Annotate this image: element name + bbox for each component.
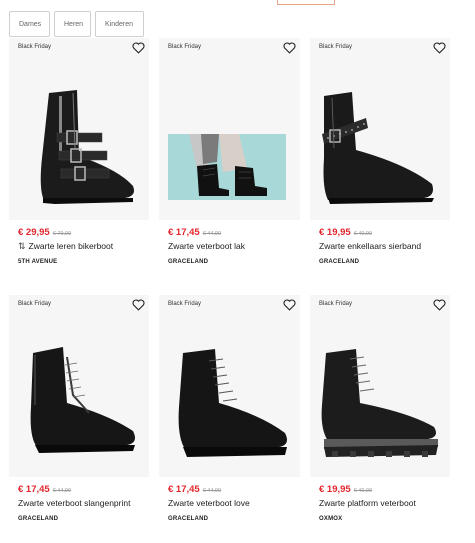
promo-badge: Black Friday	[18, 44, 52, 50]
swap-icon: ⇅	[18, 241, 26, 251]
heart-outline-icon[interactable]	[132, 42, 145, 54]
product-card[interactable]: Black Friday € 17,45 € 44,99 Zwarte vete…	[159, 295, 300, 543]
product-title[interactable]: Zwarte veterboot love	[168, 498, 250, 508]
sale-price: € 17,45	[18, 484, 50, 495]
heart-outline-icon[interactable]	[433, 42, 446, 54]
heart-outline-icon[interactable]	[283, 299, 296, 311]
boot-image	[321, 349, 438, 457]
heart-outline-icon[interactable]	[433, 299, 446, 311]
sale-price: € 19,95	[319, 227, 351, 238]
price-row: € 29,95 € 79,99	[18, 227, 71, 238]
product-title[interactable]: ⇅ Zwarte leren bikerboot	[18, 241, 113, 252]
boot-image	[178, 349, 287, 457]
product-title[interactable]: Zwarte enkellaars sierband	[319, 241, 421, 251]
product-brand: 5TH AVENUE	[18, 259, 58, 265]
product-title[interactable]: Zwarte veterboot lak	[168, 241, 245, 251]
product-title[interactable]: Zwarte platform veterboot	[319, 498, 416, 508]
sale-price: € 17,45	[168, 227, 200, 238]
original-price: € 44,99	[52, 488, 72, 494]
product-title[interactable]: Zwarte veterboot slangenprint	[18, 498, 130, 508]
boot-image	[40, 90, 134, 204]
sale-price: € 19,95	[319, 484, 351, 495]
product-card[interactable]: Black Friday € 29,95 € 79,99 ⇅ Zwarte ler…	[9, 38, 149, 285]
product-image[interactable]: Black Friday	[310, 38, 450, 220]
product-brand: OXMOX	[319, 516, 343, 522]
promo-badge: Black Friday	[319, 44, 353, 50]
product-card[interactable]: Black Friday € 17,45 € 44,99 Zwarte vete…	[159, 38, 300, 285]
filter-chip-kinderen[interactable]: Kinderen	[95, 11, 144, 37]
product-image[interactable]: Black Friday	[9, 38, 149, 220]
promo-badge: Black Friday	[18, 301, 52, 307]
sale-price: € 29,95	[18, 227, 50, 238]
price-row: € 17,45 € 44,99	[18, 484, 71, 495]
product-grid: Black Friday € 29,95 € 79,99 ⇅ Zwarte ler…	[9, 38, 450, 543]
price-row: € 19,95 € 49,99	[319, 484, 372, 495]
original-price: € 49,99	[353, 488, 373, 494]
original-price: € 79,99	[52, 231, 72, 237]
product-brand: GRACELAND	[168, 516, 209, 522]
product-card[interactable]: Black Friday € 19,95 € 49,99 Zwarte plat…	[310, 295, 450, 543]
original-price: € 44,99	[202, 231, 222, 237]
product-image[interactable]: Black Friday	[310, 295, 450, 477]
original-price: € 44,99	[202, 488, 222, 494]
product-brand: GRACELAND	[18, 516, 59, 522]
promo-badge: Black Friday	[168, 44, 202, 50]
boot-image	[322, 92, 434, 204]
boot-image	[168, 134, 286, 200]
product-card[interactable]: Black Friday € 17,45 € 44,99 Zwarte vete…	[9, 295, 149, 543]
sale-price: € 17,45	[168, 484, 200, 495]
promo-badge: Black Friday	[319, 301, 353, 307]
price-row: € 17,45 € 44,99	[168, 227, 221, 238]
heart-outline-icon[interactable]	[132, 299, 145, 311]
price-row: € 19,95 € 49,99	[319, 227, 372, 238]
header-button-fragment[interactable]	[277, 0, 335, 5]
product-brand: GRACELAND	[319, 259, 360, 265]
product-brand: GRACELAND	[168, 259, 209, 265]
promo-badge: Black Friday	[168, 301, 202, 307]
product-image[interactable]: Black Friday	[159, 295, 300, 477]
filter-chip-dames[interactable]: Dames	[9, 11, 50, 37]
price-row: € 17,45 € 44,99	[168, 484, 221, 495]
heart-outline-icon[interactable]	[283, 42, 296, 54]
product-image[interactable]: Black Friday	[9, 295, 149, 477]
product-title-text: Zwarte leren bikerboot	[28, 241, 114, 251]
category-filters: Dames Heren Kinderen	[9, 11, 144, 37]
boot-image	[30, 347, 136, 453]
original-price: € 49,99	[353, 231, 373, 237]
product-image[interactable]: Black Friday	[159, 38, 300, 220]
product-card[interactable]: Black Friday € 19,95 € 49,99 Zwarte enke…	[310, 38, 450, 285]
filter-chip-heren[interactable]: Heren	[54, 11, 91, 37]
